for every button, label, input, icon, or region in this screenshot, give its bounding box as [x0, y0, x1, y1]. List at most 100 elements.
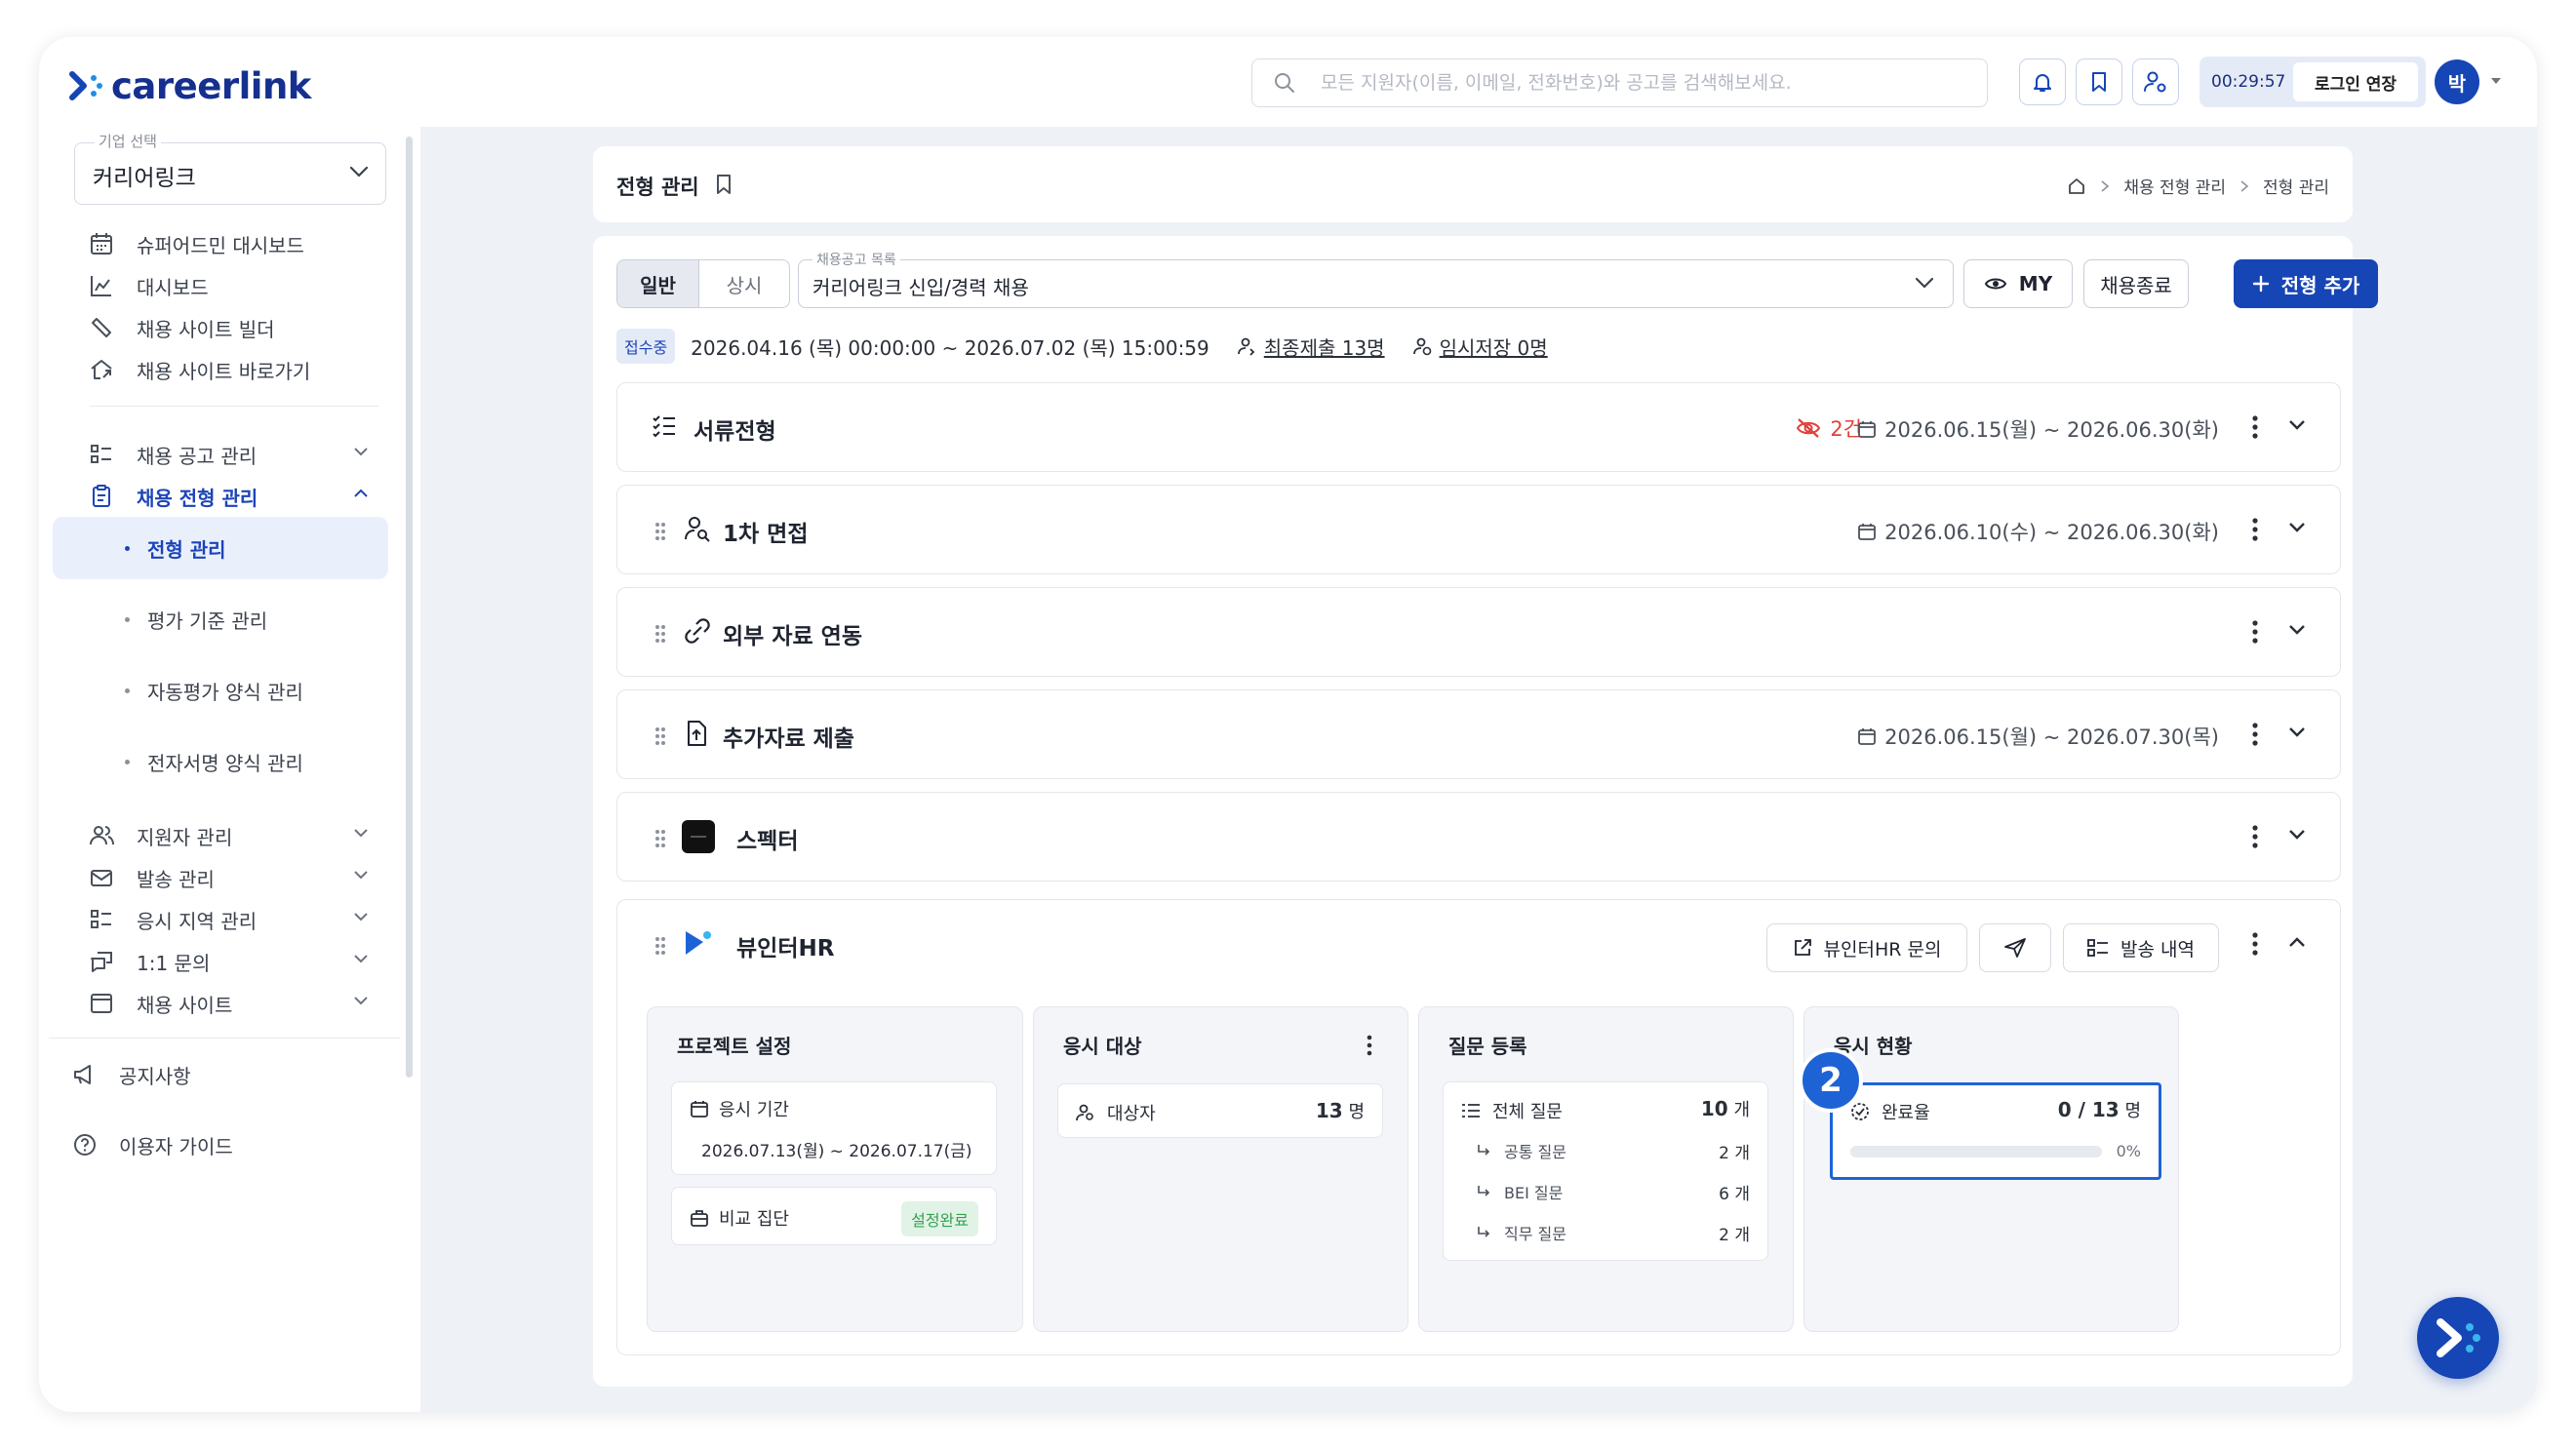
stage-date: 2026.06.15(월) ~ 2026.06.30(화) [1857, 414, 2219, 444]
stage-date: 2026.06.15(월) ~ 2026.07.30(목) [1857, 722, 2219, 751]
my-filter-button[interactable]: MY [1963, 259, 2073, 308]
exam-period-label: 응시 기간 [719, 1100, 789, 1120]
comparison-group-box[interactable]: 비교 집단 설정완료 [671, 1187, 997, 1245]
sidebar-item-label: 채용 사이트 [137, 993, 233, 1017]
job-posting-select[interactable]: 채용공고 목록 커리어링크 신입/경력 채용 [798, 250, 1954, 308]
mail-icon [86, 862, 117, 893]
wrench-icon [86, 312, 117, 343]
sidebar-item-guide[interactable]: 이용자 가이드 [39, 1116, 371, 1174]
question-count-box[interactable]: 전체 질문 10 개 공통 질문 2 개 BEI 질문 6 개 직무 질문 2 … [1443, 1081, 1768, 1261]
user-search-icon [685, 517, 710, 542]
exam-period-label-row: 응시 기간 [690, 1096, 789, 1121]
sidebar-subitem-esign-form[interactable]: 전자서명 양식 관리 [53, 730, 388, 793]
stage-date-value: 2026.06.10(수) ~ 2026.06.30(화) [1884, 521, 2219, 544]
bookmark-button[interactable] [2076, 59, 2122, 105]
logo-mark-icon [69, 71, 102, 100]
target-count-unit: 명 [1348, 1102, 1365, 1122]
bookmark-icon[interactable] [714, 173, 733, 196]
sidebar-item-notice[interactable]: 공지사항 [39, 1045, 371, 1104]
stage-name: 뷰인터HR [736, 936, 835, 961]
sidebar-subitem-stage-management[interactable]: 전형 관리 [53, 517, 388, 579]
browser-icon [86, 988, 117, 1019]
sidebar-item-label: 채용 사이트 바로가기 [137, 359, 311, 383]
sidebar-item-label: 채용 공고 관리 [137, 444, 258, 468]
extend-login-button[interactable]: 로그인 연장 [2293, 62, 2418, 101]
drag-handle-icon[interactable] [654, 829, 666, 848]
question-type-row: BEI 질문 [1477, 1180, 1563, 1203]
add-stage-button[interactable]: 전형 추가 [2234, 259, 2378, 308]
more-vertical-icon[interactable] [2252, 931, 2258, 957]
add-stage-label: 전형 추가 [2280, 273, 2360, 297]
send-button[interactable] [1979, 923, 2051, 972]
drag-handle-icon[interactable] [654, 522, 666, 541]
exam-period-box[interactable]: 응시 기간 2026.07.13(월) ~ 2026.07.17(금) [671, 1081, 997, 1175]
drag-handle-icon[interactable] [654, 726, 666, 746]
stage-row[interactable]: 1차 면접 2026.06.10(수) ~ 2026.06.30(화) [616, 485, 2341, 574]
chevron-down-icon[interactable] [2287, 521, 2307, 534]
stage-date-value: 2026.06.15(월) ~ 2026.07.30(목) [1884, 726, 2219, 749]
chevron-down-icon[interactable] [2287, 418, 2307, 432]
tab-always[interactable]: 상시 [699, 260, 789, 307]
chevron-down-icon[interactable] [2287, 623, 2307, 637]
search-input[interactable] [1321, 72, 1964, 94]
question-registration-card: 질문 등록 전체 질문 10 개 공통 질문 2 개 BEI 질문 6 개 직무… [1418, 1006, 1794, 1332]
more-vertical-icon[interactable] [2252, 824, 2258, 849]
list-icon [86, 439, 117, 470]
hidden-count[interactable]: 2건 [1795, 413, 1862, 443]
chevron-down-icon[interactable] [2287, 726, 2307, 739]
final-submit-link[interactable]: 최종제출 13명 [1264, 333, 1385, 361]
sidebar-item-label: 채용 사이트 빌더 [137, 317, 275, 341]
more-vertical-icon[interactable] [2252, 517, 2258, 542]
viewinter-inquiry-button[interactable]: 뷰인터HR 문의 [1766, 923, 1967, 972]
send-history-button[interactable]: 발송 내역 [2063, 923, 2219, 972]
stage-row[interactable]: 서류전형 2건 2026.06.15(월) ~ 2026.06.30(화) [616, 382, 2341, 472]
tab-general[interactable]: 일반 [617, 260, 699, 307]
exam-period-value: 2026.07.13(월) ~ 2026.07.17(금) [701, 1142, 972, 1161]
caret-down-icon[interactable] [2489, 76, 2503, 86]
more-vertical-icon[interactable] [2252, 414, 2258, 440]
posting-period: 2026.04.16 (목) 00:00:00 ~ 2026.07.02 (목)… [691, 335, 1209, 360]
sidebar-item-career-site[interactable]: 채용 사이트 [60, 974, 392, 1033]
question-type-row: 직무 질문 [1477, 1221, 1566, 1244]
more-vertical-icon[interactable] [2252, 722, 2258, 747]
completion-rate-box[interactable]: 완료율 0 / 13 명 0% [1830, 1082, 2161, 1180]
global-search[interactable] [1251, 59, 1988, 107]
breadcrumb-item[interactable]: 전형 관리 [2263, 174, 2329, 198]
temp-save-link[interactable]: 임시저장 0명 [1440, 333, 1548, 361]
drag-handle-icon[interactable] [654, 936, 666, 956]
sidebar-item-site-shortcut[interactable]: 채용 사이트 바로가기 [60, 340, 392, 399]
stage-row[interactable]: 외부 자료 연동 [616, 587, 2341, 677]
chevron-down-icon [354, 871, 368, 880]
company-select[interactable]: 기업 선택 커리어링크 [74, 131, 386, 205]
chevron-down-icon[interactable] [2287, 828, 2307, 842]
chevron-down-icon [354, 448, 368, 456]
send-icon [2004, 938, 2026, 958]
chevron-down-icon [349, 166, 369, 177]
more-vertical-icon[interactable] [1367, 1035, 1372, 1056]
question-type-count: 2 개 [1719, 1226, 1750, 1245]
company-select-caption: 기업 선택 [95, 131, 161, 151]
end-recruitment-button[interactable]: 채용종료 [2083, 259, 2189, 308]
user-settings-button[interactable] [2132, 59, 2179, 105]
home-icon[interactable] [2067, 176, 2086, 196]
stage-row[interactable]: 스펙터 [616, 792, 2341, 882]
calendar-icon [691, 1101, 708, 1118]
breadcrumb-item[interactable]: 채용 전형 관리 [2123, 174, 2226, 198]
stage-row[interactable]: 추가자료 제출 2026.06.15(월) ~ 2026.07.30(목) [616, 689, 2341, 779]
chevron-up-icon[interactable] [2287, 935, 2307, 949]
drag-handle-icon[interactable] [654, 624, 666, 644]
check-circle-icon [1851, 1103, 1869, 1120]
bullet [125, 616, 130, 622]
target-count-box[interactable]: 대상자 13 명 [1057, 1083, 1383, 1138]
stage-name: 1차 면접 [723, 522, 809, 547]
question-type-label: 공통 질문 [1504, 1143, 1566, 1161]
more-vertical-icon[interactable] [2252, 619, 2258, 645]
notification-button[interactable] [2019, 59, 2066, 105]
sidebar-subitem-evaluation-criteria[interactable]: 평가 기준 관리 [53, 588, 388, 650]
file-upload-icon [688, 721, 706, 746]
sidebar-subitem-auto-evaluation[interactable]: 자동평가 양식 관리 [53, 659, 388, 722]
avatar[interactable]: 박 [2435, 59, 2479, 104]
floating-help-button[interactable] [2417, 1297, 2499, 1379]
sidebar-scrollbar[interactable] [406, 137, 413, 1078]
logo[interactable]: careerlink [68, 64, 311, 107]
